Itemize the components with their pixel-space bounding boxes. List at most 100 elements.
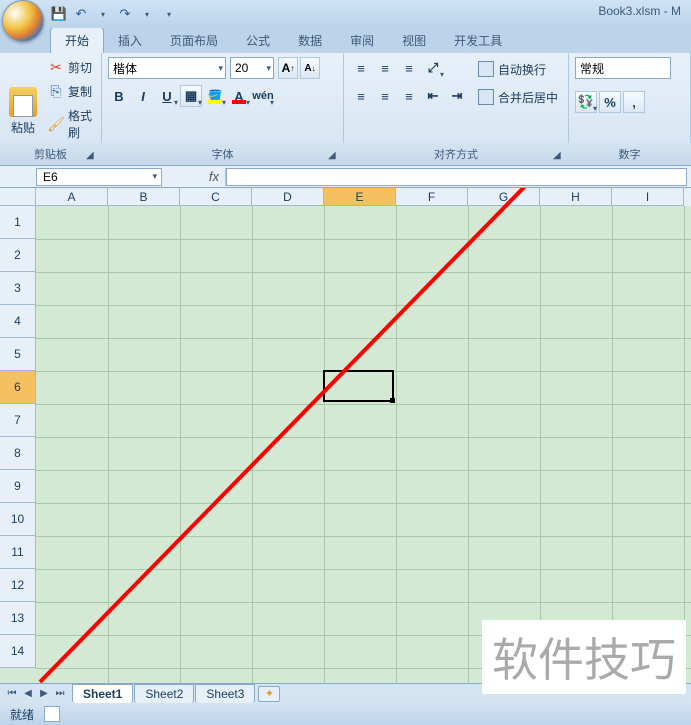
fill-handle[interactable]: [390, 398, 395, 403]
prev-sheet-button[interactable]: ◀: [20, 686, 36, 702]
row-header[interactable]: 11: [0, 536, 36, 569]
align-bottom-button[interactable]: ≡: [398, 57, 420, 79]
currency-button[interactable]: 💱: [575, 91, 597, 113]
tab-formulas[interactable]: 公式: [232, 28, 284, 53]
column-header[interactable]: E: [324, 188, 396, 206]
qat-customize-icon[interactable]: ▾: [160, 5, 178, 23]
decrease-indent-button[interactable]: ⇤: [422, 85, 444, 107]
font-name-combo[interactable]: 楷体 ▾: [108, 57, 226, 79]
sheet-tab-1[interactable]: Sheet1: [72, 684, 133, 703]
column-header[interactable]: A: [36, 188, 108, 206]
align-right-button[interactable]: ≡: [398, 85, 420, 107]
undo-icon[interactable]: ↶: [72, 5, 90, 23]
group-alignment: ≡ ≡ ≡ ⤢ ≡ ≡ ≡ ⇤ ⇥ 自动换行: [344, 53, 569, 165]
italic-button[interactable]: I: [132, 85, 154, 107]
row-header[interactable]: 4: [0, 305, 36, 338]
align-left-button[interactable]: ≡: [350, 85, 372, 107]
fill-swatch: [208, 100, 222, 104]
row-header[interactable]: 13: [0, 602, 36, 635]
select-all-corner[interactable]: [0, 188, 36, 206]
column-header[interactable]: C: [180, 188, 252, 206]
next-sheet-button[interactable]: ▶: [36, 686, 52, 702]
format-painter-button[interactable]: 🖌 格式刷: [46, 105, 95, 143]
copy-button[interactable]: ⎘ 复制: [46, 81, 95, 102]
new-sheet-button[interactable]: ✦: [258, 686, 280, 702]
sheet-tab-2[interactable]: Sheet2: [134, 684, 194, 703]
underline-button[interactable]: U: [156, 85, 178, 107]
redo-dropdown-icon[interactable]: ▾: [138, 5, 156, 23]
merge-center-button[interactable]: 合并后居中: [478, 85, 558, 109]
macro-record-icon[interactable]: [44, 706, 60, 722]
row-header[interactable]: 14: [0, 635, 36, 668]
worksheet-grid[interactable]: ABCDEFGHI 1234567891011121314: [0, 188, 691, 683]
merge-icon: [478, 89, 494, 105]
font-name-value: 楷体: [113, 60, 137, 77]
orientation-button[interactable]: ⤢: [422, 57, 444, 79]
row-header[interactable]: 6: [0, 371, 36, 404]
row-header[interactable]: 8: [0, 437, 36, 470]
row-header[interactable]: 9: [0, 470, 36, 503]
column-header[interactable]: D: [252, 188, 324, 206]
align-middle-button[interactable]: ≡: [374, 57, 396, 79]
column-header[interactable]: B: [108, 188, 180, 206]
first-sheet-button[interactable]: ⏮: [4, 686, 20, 702]
tab-developer[interactable]: 开发工具: [440, 28, 516, 53]
row-header[interactable]: 10: [0, 503, 36, 536]
column-header[interactable]: G: [468, 188, 540, 206]
tab-layout[interactable]: 页面布局: [156, 28, 232, 53]
row-headers[interactable]: 1234567891011121314: [0, 206, 36, 668]
redo-icon[interactable]: ↷: [116, 5, 134, 23]
sheet-tab-3[interactable]: Sheet3: [195, 684, 255, 703]
row-header[interactable]: 7: [0, 404, 36, 437]
tab-insert[interactable]: 插入: [104, 28, 156, 53]
increase-indent-button[interactable]: ⇥: [446, 85, 468, 107]
row-header[interactable]: 3: [0, 272, 36, 305]
percent-button[interactable]: %: [599, 91, 621, 113]
ribbon: 粘贴 ✂ 剪切 ⎘ 复制 🖌 格式刷 剪贴板 ◢: [0, 53, 691, 166]
font-size-combo[interactable]: 20 ▾: [230, 57, 274, 79]
fill-color-button[interactable]: 🪣: [204, 85, 226, 107]
save-icon[interactable]: 💾: [50, 5, 68, 23]
cut-button[interactable]: ✂ 剪切: [46, 57, 95, 78]
column-header[interactable]: F: [396, 188, 468, 206]
undo-dropdown-icon[interactable]: ▾: [94, 5, 112, 23]
wrap-text-button[interactable]: 自动换行: [478, 57, 558, 81]
shrink-font-button[interactable]: A↓: [300, 57, 320, 79]
active-cell[interactable]: [323, 370, 394, 402]
comma-button[interactable]: ,: [623, 91, 645, 113]
border-button[interactable]: ▦: [180, 85, 202, 107]
name-box[interactable]: E6: [36, 168, 162, 186]
align-top-button[interactable]: ≡: [350, 57, 372, 79]
row-header[interactable]: 2: [0, 239, 36, 272]
cut-label: 剪切: [68, 59, 92, 76]
tab-home[interactable]: 开始: [50, 27, 104, 53]
row-header[interactable]: 5: [0, 338, 36, 371]
last-sheet-button[interactable]: ⏭: [52, 686, 68, 702]
tab-review[interactable]: 审阅: [336, 28, 388, 53]
font-size-value: 20: [235, 61, 248, 75]
column-header[interactable]: I: [612, 188, 684, 206]
fx-button[interactable]: fx: [166, 168, 226, 186]
cut-icon: ✂: [48, 60, 64, 76]
align-center-button[interactable]: ≡: [374, 85, 396, 107]
font-color-swatch: [232, 100, 246, 104]
cells-area[interactable]: [36, 206, 691, 683]
bold-button[interactable]: B: [108, 85, 130, 107]
paste-label: 粘贴: [11, 119, 35, 136]
font-color-button[interactable]: A: [228, 85, 250, 107]
paste-icon: [9, 87, 37, 117]
row-header[interactable]: 12: [0, 569, 36, 602]
tab-data[interactable]: 数据: [284, 28, 336, 53]
phonetic-button[interactable]: wén: [252, 85, 274, 107]
number-group-label: 数字: [563, 143, 691, 165]
office-button[interactable]: [2, 0, 44, 42]
column-header[interactable]: H: [540, 188, 612, 206]
grow-font-button[interactable]: A↑: [278, 57, 298, 79]
column-headers[interactable]: ABCDEFGHI: [36, 188, 691, 206]
status-text: 就绪: [10, 706, 34, 723]
row-header[interactable]: 1: [0, 206, 36, 239]
tab-view[interactable]: 视图: [388, 28, 440, 53]
number-format-combo[interactable]: 常规: [575, 57, 671, 79]
formula-input[interactable]: [226, 168, 687, 186]
group-number: 常规 💱 % , 数字: [569, 53, 691, 165]
